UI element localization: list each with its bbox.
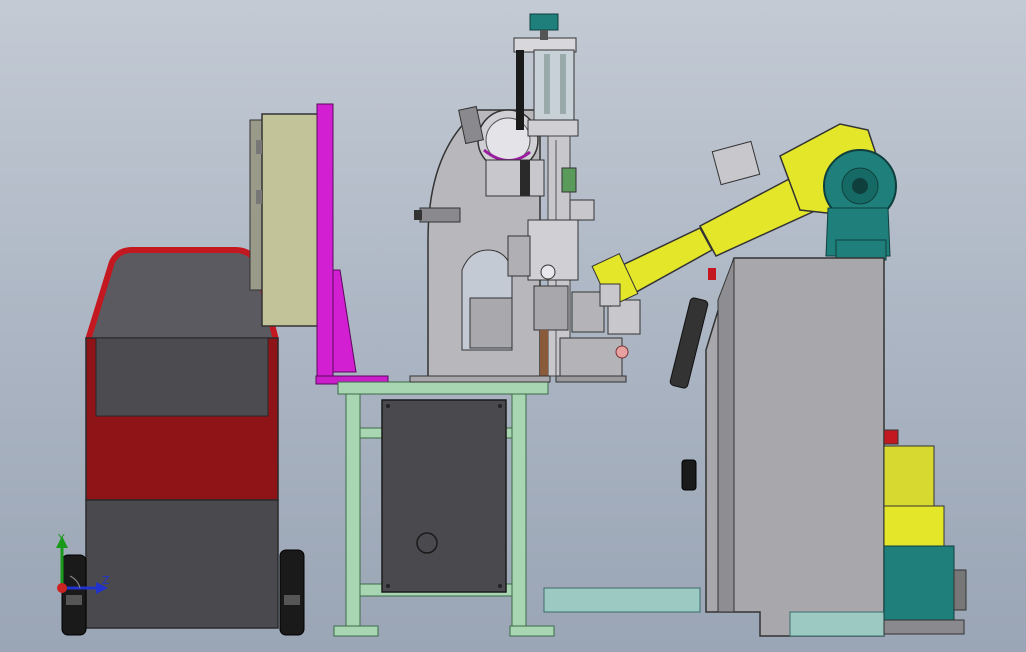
y-axis-label: Y [58,532,65,545]
assembly-drawing[interactable] [0,0,1026,652]
green-frame[interactable] [333,381,701,637]
z-axis-label: Z [102,574,110,587]
robot-base[interactable] [883,429,967,635]
teach-pendant [669,297,709,389]
cylinder-left [419,207,461,223]
cabinet-door [381,399,507,593]
valve-block [529,13,559,31]
magenta-panel[interactable] [315,103,389,385]
cart-wheel-right [279,549,305,636]
triad-origin [57,583,67,593]
cabinet-handle [681,459,697,491]
cad-viewport[interactable]: Y Z [0,0,1026,652]
press-machine[interactable] [409,13,641,383]
base-rail [543,587,701,613]
robot-cabinet[interactable] [669,257,885,637]
robot-gripper [711,140,761,186]
fixture-base [559,337,623,379]
